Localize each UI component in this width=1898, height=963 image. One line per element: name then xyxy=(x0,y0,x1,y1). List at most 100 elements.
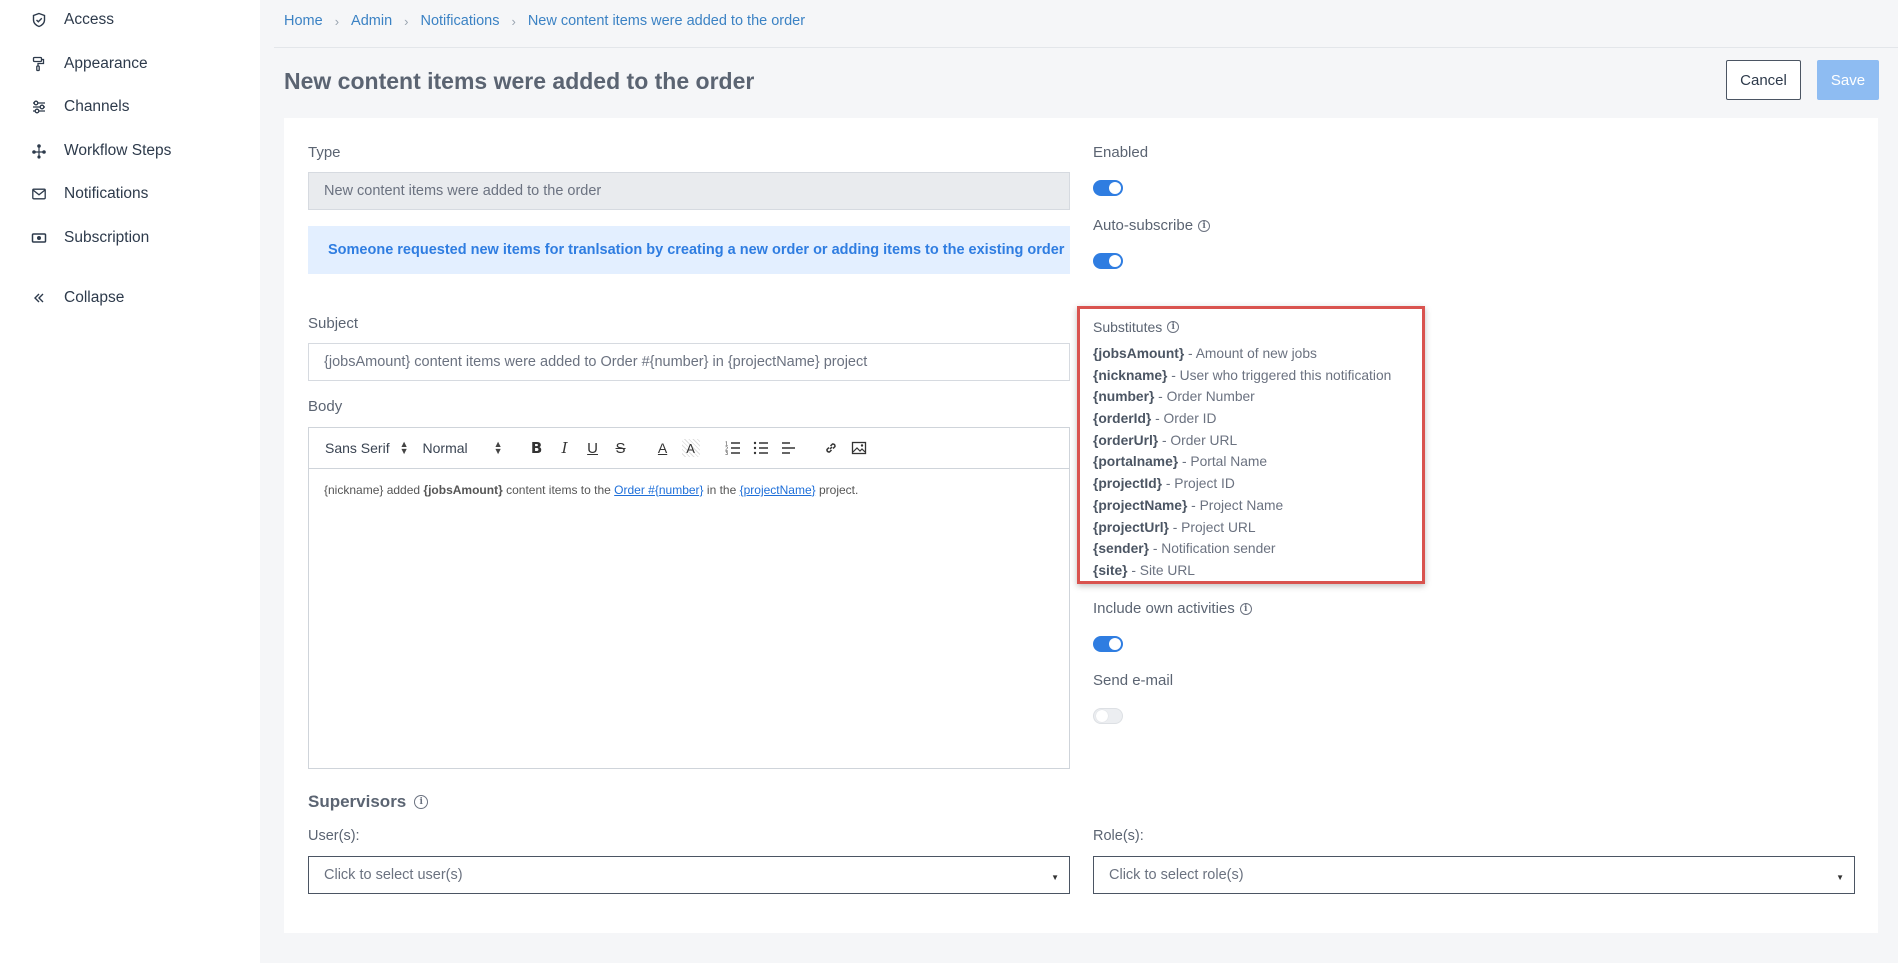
align-icon[interactable] xyxy=(775,436,803,460)
body-label: Body xyxy=(308,398,343,415)
substitute-key: {nickname} xyxy=(1093,367,1168,383)
substitute-item: {projectName} - Project Name xyxy=(1093,495,1391,517)
body-bold-text: {jobsAmount} xyxy=(423,483,503,497)
chevron-right-icon: › xyxy=(404,13,409,29)
info-icon[interactable]: i xyxy=(1198,219,1211,232)
cancel-button[interactable]: Cancel xyxy=(1726,60,1801,100)
substitute-description: - Notification sender xyxy=(1148,541,1276,557)
sidebar-item-access[interactable]: Access xyxy=(30,8,114,32)
subject-input[interactable]: {jobsAmount} content items were added to… xyxy=(308,343,1070,381)
substitute-item: {sender} - Notification sender xyxy=(1093,538,1391,560)
sidebar-item-workflow-steps[interactable]: Workflow Steps xyxy=(30,139,171,163)
sidebar-item-appearance[interactable]: Appearance xyxy=(30,52,148,76)
save-button[interactable]: Save xyxy=(1817,60,1879,100)
underline-icon[interactable]: U xyxy=(579,436,607,460)
ordered-list-icon[interactable]: 123 xyxy=(719,436,747,460)
include-own-toggle[interactable] xyxy=(1093,636,1123,652)
substitute-key: {projectName} xyxy=(1093,497,1188,513)
strikethrough-icon[interactable]: S xyxy=(607,436,635,460)
auto-subscribe-toggle[interactable] xyxy=(1093,253,1123,269)
substitute-description: - Order ID xyxy=(1151,411,1217,427)
roles-select[interactable]: Click to select role(s) ▼ xyxy=(1093,856,1855,894)
sidebar-item-label: Appearance xyxy=(64,55,148,72)
breadcrumb-admin[interactable]: Admin xyxy=(351,13,392,29)
substitute-key: {site} xyxy=(1093,562,1128,578)
substitute-description: - Project Name xyxy=(1187,497,1284,513)
chevron-right-icon: › xyxy=(511,13,516,29)
sidebar-item-channels[interactable]: Channels xyxy=(30,95,130,119)
users-placeholder: Click to select user(s) xyxy=(324,867,463,883)
background-color-icon[interactable]: A xyxy=(681,439,700,457)
image-icon[interactable] xyxy=(845,436,873,460)
money-icon xyxy=(30,229,48,247)
info-icon[interactable]: i xyxy=(414,795,429,809)
page-title: New content items were added to the orde… xyxy=(284,68,755,94)
info-icon[interactable]: i xyxy=(1167,321,1180,333)
sidebar-item-notifications[interactable]: Notifications xyxy=(30,182,148,206)
substitute-item: {orderUrl} - Order URL xyxy=(1093,430,1391,452)
breadcrumb-home[interactable]: Home xyxy=(284,13,323,29)
paint-roller-icon xyxy=(30,55,48,73)
substitute-description: - User who triggered this notification xyxy=(1167,367,1392,383)
sidebar-item-label: Subscription xyxy=(64,229,150,246)
workflow-icon xyxy=(30,142,48,160)
auto-subscribe-label: Auto-subscribe i xyxy=(1093,217,1211,234)
breadcrumb: Home › Admin › Notifications › New conte… xyxy=(284,10,805,32)
enabled-label: Enabled xyxy=(1093,144,1149,161)
collapse-button[interactable]: Collapse xyxy=(30,286,124,310)
substitute-description: - Site URL xyxy=(1127,562,1195,578)
substitute-description: - Portal Name xyxy=(1178,454,1268,470)
editor-content[interactable]: {nickname} added {jobsAmount} content it… xyxy=(309,469,1069,511)
editor-toolbar: Sans Serif ▲ ▼ Normal ▲ ▼ B I U S A A 123 xyxy=(309,428,1069,469)
font-family-value: Sans Serif xyxy=(325,440,390,456)
caret-down-icon: ▼ xyxy=(1051,873,1059,882)
send-email-toggle[interactable] xyxy=(1093,708,1123,724)
font-size-value: Normal xyxy=(422,440,468,456)
body-link-project[interactable]: {projectName} xyxy=(740,483,816,497)
substitute-key: {portalname} xyxy=(1093,454,1179,470)
substitute-item: {site} - Site URL xyxy=(1093,560,1391,582)
italic-icon[interactable]: I xyxy=(551,436,579,460)
substitute-key: {orderUrl} xyxy=(1093,432,1159,448)
roles-label: Role(s): xyxy=(1093,828,1144,844)
bold-icon[interactable]: B xyxy=(523,436,551,460)
substitute-description: - Order Number xyxy=(1154,389,1255,405)
sidebar-item-label: Channels xyxy=(64,98,130,115)
substitutes-title: Substitutes i xyxy=(1093,319,1180,335)
substitute-item: {number} - Order Number xyxy=(1093,386,1391,408)
body-text: {nickname} added xyxy=(324,483,424,497)
include-own-text: Include own activities xyxy=(1093,600,1235,617)
double-chevron-left-icon xyxy=(30,289,48,307)
roles-placeholder: Click to select role(s) xyxy=(1109,867,1244,883)
info-icon[interactable]: i xyxy=(1239,602,1252,615)
subject-label: Subject xyxy=(308,315,359,332)
body-link-order[interactable]: Order #{number} xyxy=(614,483,703,497)
select-arrows-icon: ▲ ▼ xyxy=(493,439,503,456)
users-select[interactable]: Click to select user(s) ▼ xyxy=(308,856,1070,894)
sidebar-item-subscription[interactable]: Subscription xyxy=(30,226,149,250)
substitute-item: {projectId} - Project ID xyxy=(1093,473,1391,495)
sidebar-item-label: Workflow Steps xyxy=(64,142,172,159)
svg-text:3: 3 xyxy=(725,451,728,455)
font-family-select[interactable]: Sans Serif ▲ ▼ xyxy=(325,440,409,457)
auto-subscribe-text: Auto-subscribe xyxy=(1093,217,1194,234)
notification-form-panel: Type New content items were added to the… xyxy=(284,118,1878,933)
breadcrumb-notifications[interactable]: Notifications xyxy=(420,13,499,29)
body-text: in the xyxy=(703,483,740,497)
body-text: project. xyxy=(815,483,859,497)
info-message: Someone requested new items for tranlsat… xyxy=(308,226,1070,274)
text-color-icon[interactable]: A xyxy=(649,436,677,460)
breadcrumb-current[interactable]: New content items were added to the orde… xyxy=(528,13,805,29)
font-size-select[interactable]: Normal ▲ ▼ xyxy=(422,439,503,457)
link-icon[interactable] xyxy=(817,436,845,460)
envelope-icon xyxy=(30,185,48,203)
enabled-toggle[interactable] xyxy=(1093,180,1123,196)
body-text: content items to the xyxy=(502,483,615,497)
substitute-description: - Order URL xyxy=(1158,432,1238,448)
bullet-list-icon[interactable] xyxy=(747,436,775,460)
supervisors-title: Supervisors i xyxy=(308,792,429,812)
divider xyxy=(274,47,1898,48)
substitute-item: {orderId} - Order ID xyxy=(1093,408,1391,430)
substitute-key: {jobsAmount} xyxy=(1093,346,1185,361)
type-field: New content items were added to the orde… xyxy=(308,172,1070,210)
